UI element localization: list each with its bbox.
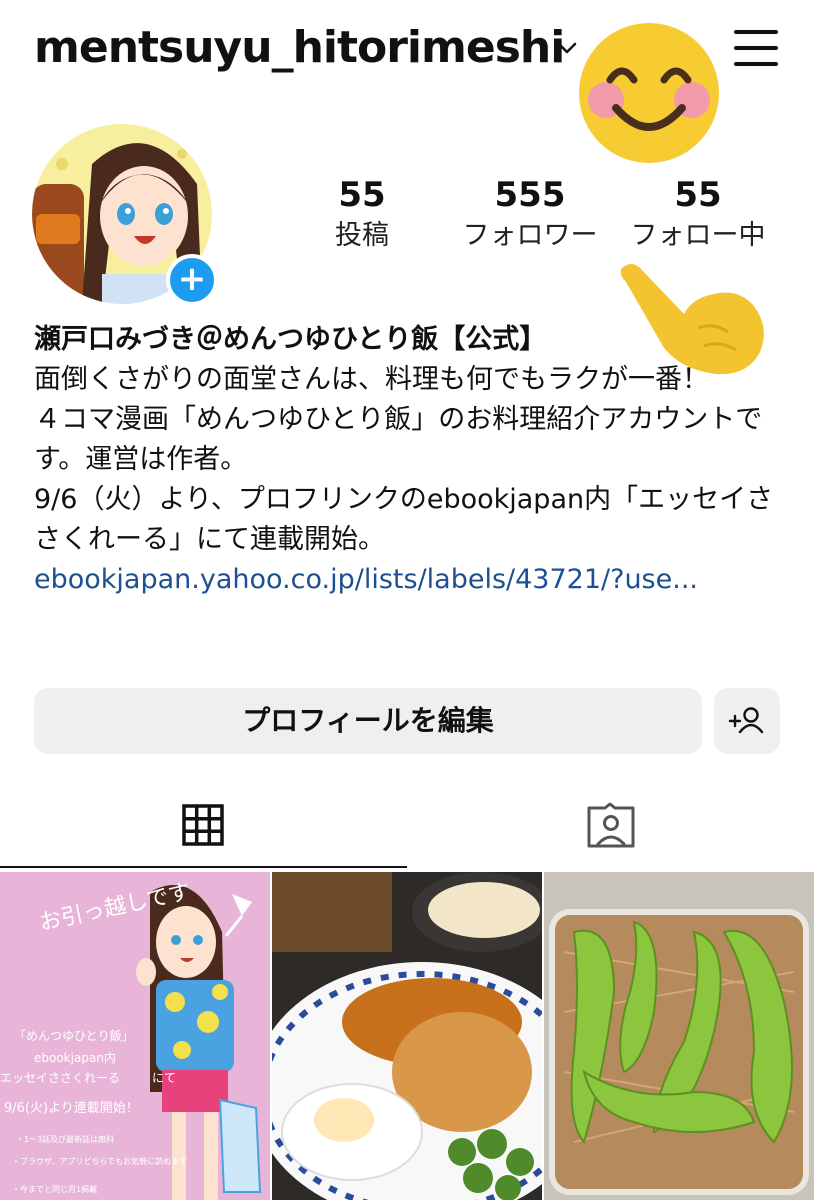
post-thumbnail-1[interactable]: お引っ越しです 「めんつゆひとり飯」 ebookjapan内 エッセイささくれー… — [0, 872, 270, 1200]
hamburger-menu-icon[interactable] — [734, 30, 778, 66]
add-person-icon — [728, 707, 764, 734]
bio-text: 面倒くさがりの面堂さんは、料理も何でもラクが一番！ ４コマ漫画「めんつゆひとり飯… — [34, 364, 774, 555]
username[interactable]: mentsuyu_hitorimeshi — [34, 22, 565, 73]
following-label: フォロー中 — [630, 220, 766, 251]
bio-link[interactable]: ebookjapan.yahoo.co.jp/lists/labels/4372… — [34, 560, 769, 600]
post-thumbnail-2[interactable] — [272, 872, 542, 1200]
post1-line6: ・ブラウザ、アプリどちらでもお気軽に読めます — [12, 1156, 187, 1166]
discover-people-button[interactable] — [714, 688, 780, 754]
tab-tagged[interactable] — [407, 790, 814, 870]
post1-line2: ebookjapan内 — [34, 1051, 116, 1065]
tab-posts-grid[interactable] — [0, 790, 407, 870]
post-thumbnail-3[interactable] — [544, 872, 814, 1200]
followers-count: 555 — [494, 175, 566, 215]
grid-icon — [182, 804, 224, 846]
post1-line3b: にて — [152, 1071, 176, 1085]
post1-line4: 9/6(火)より連載開始！ — [4, 1101, 139, 1116]
smiling-face-emoji — [579, 23, 719, 163]
stat-followers[interactable]: 555 フォロワー — [440, 174, 620, 256]
chevron-down-icon[interactable] — [556, 40, 578, 56]
following-count: 55 — [674, 175, 722, 215]
pointing-hand-emoji — [620, 264, 764, 375]
edit-profile-button[interactable]: プロフィールを編集 — [34, 688, 702, 754]
post1-line5: ・1〜3話及び最新話は無料 — [16, 1134, 114, 1144]
active-tab-indicator — [0, 866, 407, 868]
add-story-button[interactable]: + — [166, 254, 218, 306]
posts-label: 投稿 — [335, 220, 389, 251]
stat-following[interactable]: 55 フォロー中 — [608, 174, 788, 256]
followers-label: フォロワー — [462, 220, 598, 251]
post1-line7: ・今までと同じ月1掲載 — [12, 1184, 97, 1194]
posts-count: 55 — [338, 175, 386, 215]
post1-line1: 「めんつゆひとり飯」 — [14, 1028, 134, 1043]
tagged-person-icon — [587, 802, 635, 848]
post1-line3: エッセイささくれーる — [0, 1071, 120, 1085]
stat-posts[interactable]: 55 投稿 — [272, 174, 452, 256]
